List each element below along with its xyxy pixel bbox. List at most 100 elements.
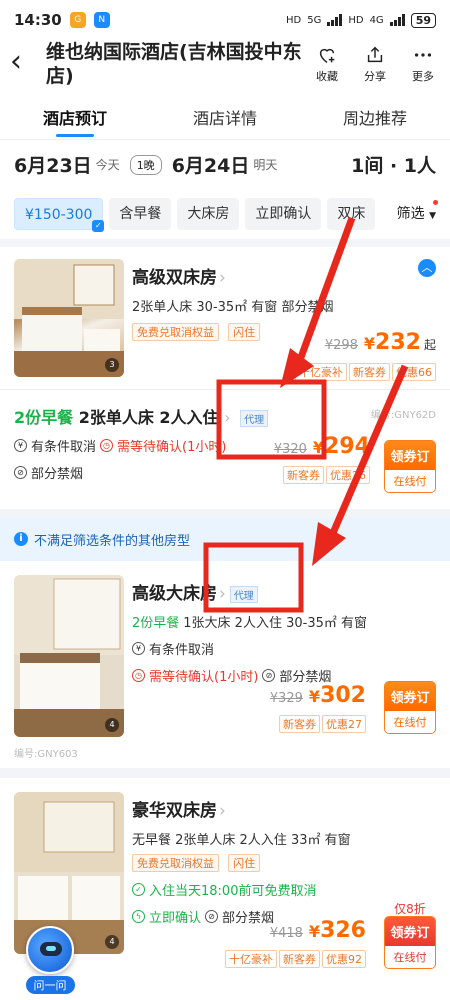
robot-icon <box>26 926 74 974</box>
price: 302 <box>320 683 366 708</box>
yen-icon: ¥ <box>14 439 27 452</box>
room-photo[interactable]: 3 <box>14 259 124 377</box>
smoking-policy: 部分禁烟 <box>31 467 84 482</box>
breakfast-label: 2份早餐 <box>14 408 74 427</box>
ask-label: 问一问 <box>25 976 75 994</box>
no-smoking-icon: ⊘ <box>262 669 276 682</box>
price-suffix: 起 <box>423 338 436 352</box>
date-selector[interactable]: 6月23日 今天 1晚 6月24日 明天 1间 · 1人 <box>0 139 450 189</box>
original-price: ¥329 <box>269 691 303 706</box>
pay-online-label: 在线付 <box>385 711 435 733</box>
ask-assistant-button[interactable]: 问一问 <box>24 926 76 994</box>
original-price: ¥320 <box>273 442 307 457</box>
more-label: 更多 <box>412 70 434 83</box>
room-name: 豪华双床房 <box>132 801 217 821</box>
heart-plus-icon <box>319 48 335 63</box>
filter-label: 筛选 <box>396 206 425 222</box>
checkout-date[interactable]: 6月24日 <box>172 151 250 178</box>
tag-free-cancel: 免费兑取消权益 <box>132 323 219 341</box>
promo-badge: 新客券 <box>279 715 320 733</box>
notice-text: 不满足筛选条件的其他房型 <box>34 533 191 549</box>
breakfast-label: 2份早餐 <box>132 616 180 631</box>
hotel-title: 维也纳国际酒店(吉林国投中东店) <box>46 41 302 87</box>
original-price: ¥418 <box>269 926 303 941</box>
tab-booking[interactable]: 酒店预订 <box>43 97 107 137</box>
share-button[interactable]: 分享 <box>358 44 392 84</box>
more-icon <box>414 53 432 57</box>
book-label: 领券订 <box>385 441 435 470</box>
room-card-deluxe-king[interactable]: 4 高级大床房 › 代理 2份早餐 1张大床 2人入住 30-35㎡ 有窗 ¥ 有条件取… <box>0 561 450 768</box>
photo-count: 4 <box>105 718 119 732</box>
room-spec: 2张单人床 30-35㎡ 有窗 部分禁烟 <box>132 300 334 315</box>
promo-badge: 新客券 <box>349 363 390 381</box>
book-button[interactable]: 领券订 在线付 <box>384 916 436 969</box>
smoking-policy: 部分禁烟 <box>222 911 275 926</box>
book-button[interactable]: 领券订 在线付 <box>384 681 436 734</box>
info-icon: i <box>14 532 28 546</box>
favorite-button[interactable]: 收藏 <box>310 44 344 84</box>
room-spec: 1张大床 2人入住 30-35㎡ 有窗 <box>183 616 367 631</box>
room-card-deluxe-twin[interactable]: 3 高级双床房 › ︿ 2张单人床 30-35㎡ 有窗 部分禁烟 免费兑取消权益 … <box>0 247 450 509</box>
currency: ¥ <box>308 922 321 941</box>
checkin-date[interactable]: 6月23日 <box>14 151 92 178</box>
clock-icon: ◷ <box>132 669 145 682</box>
filter-chip-breakfast[interactable]: 含早餐 <box>109 198 172 230</box>
promo-badge: 优惠66 <box>392 363 436 381</box>
tag-flash-stay: 闪住 <box>228 323 261 341</box>
cancel-policy: 有条件取消 <box>31 440 97 455</box>
photo-count: 3 <box>105 358 119 372</box>
promo-badge: 优惠27 <box>322 715 366 733</box>
promo-badge: 十亿豪补 <box>295 363 347 381</box>
agent-badge: 代理 <box>240 410 269 427</box>
yen-icon: ¥ <box>132 642 145 655</box>
tab-nearby[interactable]: 周边推荐 <box>343 97 407 137</box>
filter-chip-twin-bed[interactable]: 双床 <box>327 198 376 230</box>
promo-badge: 优惠92 <box>322 950 366 968</box>
filter-chip-price[interactable]: ¥150-300 <box>14 198 105 232</box>
check-clock-icon: ✓ <box>132 883 145 896</box>
rate-plan[interactable]: 2份早餐 2张单人床 2人入住 › 代理 编号:GNY62D ¥ 有条件取消 ◷ 需… <box>0 389 450 509</box>
filter-chip-instant-confirm[interactable]: 立即确认 <box>245 198 322 230</box>
cancel-policy: 有条件取消 <box>149 643 215 658</box>
share-label: 分享 <box>364 70 386 83</box>
back-button[interactable]: ‹ <box>10 40 40 84</box>
room-photo-illustration <box>14 575 124 737</box>
confirm-policy: 需等待确认(1小时) <box>149 670 259 685</box>
chevron-right-icon: › <box>219 584 226 604</box>
room-photo[interactable]: 4 <box>14 575 124 737</box>
promo-badge: 十亿豪补 <box>225 950 277 968</box>
room-name: 高级大床房 <box>132 584 217 604</box>
pay-online-label: 在线付 <box>385 470 435 492</box>
no-smoking-icon: ⊘ <box>14 466 27 479</box>
plan-code: 编号:GNY603 <box>14 749 78 760</box>
plan-code: 编号:GNY62D <box>370 410 436 421</box>
promo-badge: 新客券 <box>283 466 324 484</box>
chevron-right-icon: › <box>219 268 226 288</box>
more-button[interactable]: 更多 <box>406 44 440 84</box>
filter-button[interactable]: 筛选 ▼ <box>388 198 450 230</box>
tag-free-cancel: 免费兑取消权益 <box>132 854 219 872</box>
filter-notice: i 不满足筛选条件的其他房型 <box>0 517 450 561</box>
plan-title: 2张单人床 2人入住 <box>78 408 219 427</box>
filter-chip-king-bed[interactable]: 大床房 <box>177 198 240 230</box>
rooms-guests-selector[interactable]: 1间 · 1人 <box>351 151 436 178</box>
network-type: 5G <box>307 14 322 26</box>
chevron-up-icon[interactable]: ︿ <box>418 259 436 277</box>
clock-icon: ◷ <box>100 439 114 452</box>
app-notification-icon: G <box>69 12 86 28</box>
agent-badge: 代理 <box>229 585 258 603</box>
promo-badge: 优惠26 <box>326 466 370 484</box>
hd-icon: HD <box>285 14 302 26</box>
tab-details[interactable]: 酒店详情 <box>193 97 257 137</box>
price: 232 <box>375 330 421 355</box>
room-name: 高级双床房 <box>132 268 217 288</box>
price: 326 <box>320 918 366 943</box>
photo-count: 4 <box>105 935 119 949</box>
original-price: ¥298 <box>324 338 358 353</box>
share-icon <box>367 46 383 63</box>
instant-confirm: 立即确认 <box>149 911 202 926</box>
tag-flash-stay: 闪住 <box>228 854 261 872</box>
currency: ¥ <box>308 687 321 706</box>
currency: ¥ <box>363 334 376 353</box>
book-button[interactable]: 领券订 在线付 <box>384 440 436 493</box>
